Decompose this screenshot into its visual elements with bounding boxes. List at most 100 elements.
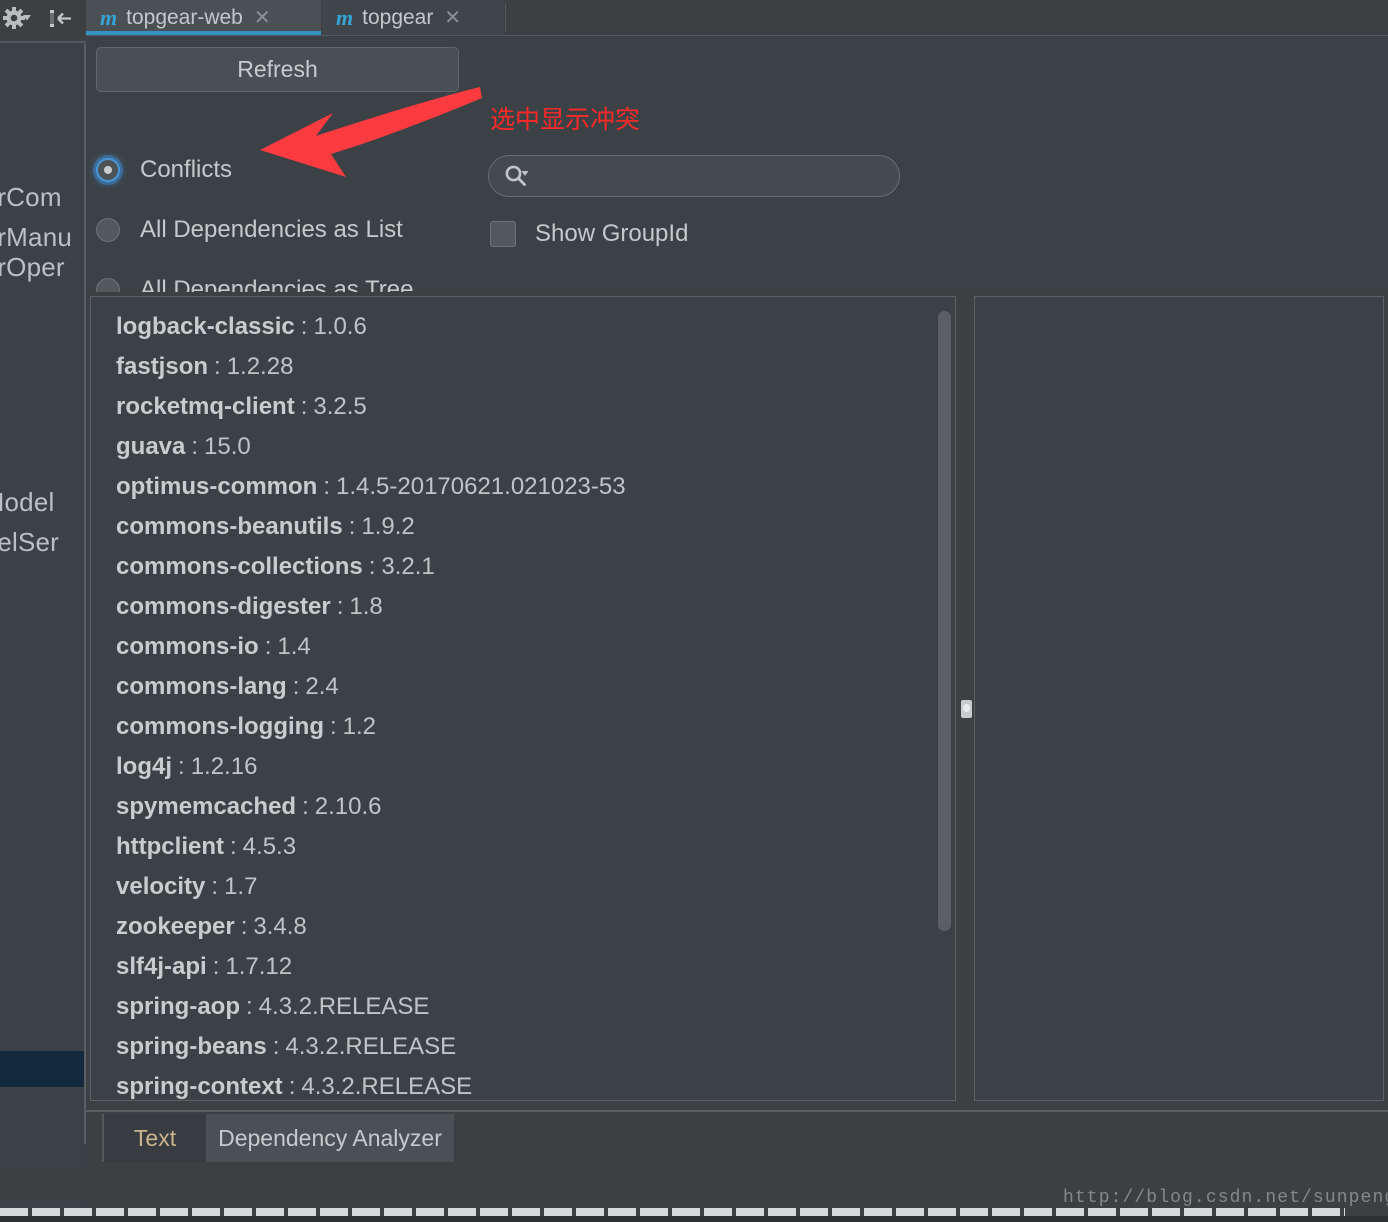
maven-m-icon: m [100,4,118,30]
maven-content-area: logback-classic:1.0.6 fastjson:1.2.28 rock… [86,292,1388,1108]
dependency-artifact-id: velocity [116,873,206,900]
checkbox-box[interactable] [490,221,516,247]
dependency-version: 1.7.12 [225,953,293,980]
dependency-artifact-id: commons-io [116,633,259,660]
tool-window-toolbar [0,0,86,43]
tab-dependency-analyzer[interactable]: Dependency Analyzer [206,1114,454,1162]
tab-text[interactable]: Text [104,1114,206,1162]
dependency-artifact-id: fastjson [116,353,209,380]
radio-label: Conflicts [140,156,233,183]
dependency-separator: : [348,513,356,540]
pane-splitter[interactable] [958,296,974,1101]
dependency-row[interactable]: spring-aop:4.3.2.RELEASE [116,987,927,1027]
dependency-artifact-id: commons-lang [116,673,287,700]
dependency-artifact-id: slf4j-api [116,953,207,980]
radio-label: All Dependencies as List [140,216,403,243]
dependency-artifact-id: log4j [116,753,173,780]
vertical-scrollbar[interactable] [938,311,951,931]
dependency-separator: : [323,473,330,500]
dependency-artifact-id: zookeeper [116,913,235,940]
dependency-version: 1.0.6 [313,313,367,340]
dependency-version: 1.9.2 [361,513,415,540]
dependency-separator: : [368,553,376,580]
maven-options-area: Refresh Conflicts All Dependencies as Li… [86,36,1388,303]
dependency-row[interactable]: logback-classic:1.0.6 [116,307,927,347]
dependency-row[interactable]: spymemcached:2.10.6 [116,787,927,827]
dependency-separator: : [264,633,272,660]
background-code-line: derCom [0,182,62,212]
maven-tab-strip: m topgear-web ✕ m topgear ✕ [86,0,1388,35]
dependency-version: 3.2.1 [381,553,435,580]
dependency-row[interactable]: slf4j-api:1.7.12 [116,947,927,987]
dependency-version: 15.0 [204,433,251,460]
tab-label: topgear-web [126,5,243,29]
dependency-artifact-id: commons-collections [116,553,363,580]
dependency-detail-pane[interactable]: Nothing to show [974,296,1384,1101]
dependency-artifact-id: httpclient [116,833,224,860]
annotation-hint-text: 选中显示冲突 [490,106,641,134]
radio-knob [96,158,120,182]
radio-all-dependencies-as-list[interactable]: All Dependencies as List [96,216,403,244]
tab-topgear[interactable]: m topgear ✕ [322,0,504,35]
dependency-artifact-id: spymemcached [116,793,297,820]
dependency-separator: : [300,393,308,420]
maven-projects-panel: m topgear-web ✕ m topgear ✕ Refresh Conf… [86,0,1388,1222]
dependency-separator: : [336,593,344,620]
dependency-row[interactable]: spring-context:4.3.2.RELEASE [116,1067,927,1100]
dependency-version: 1.4 [277,633,311,660]
dependency-row[interactable]: optimus-common:1.4.5-20170621.021023-53 [116,467,927,507]
background-code-line: derOper [0,252,65,282]
dependency-artifact-id: spring-aop [116,993,240,1020]
collapse-all-button[interactable] [46,4,76,34]
dependency-row[interactable]: commons-collections:3.2.1 [116,547,927,587]
dependency-row[interactable]: log4j:1.2.16 [116,747,927,787]
dependency-version: 4.3.2.RELEASE [301,1073,473,1100]
tab-topgear-web[interactable]: m topgear-web ✕ [86,0,321,35]
dependency-list-pane[interactable]: logback-classic:1.0.6 fastjson:1.2.28 rock… [90,296,956,1101]
dependency-separator: : [272,1033,280,1060]
dependency-row[interactable]: fastjson:1.2.28 [116,347,927,387]
dependency-version: 1.7 [224,873,258,900]
dependency-version: 3.4.8 [253,913,307,940]
gear-icon [3,7,31,29]
dependency-row[interactable]: spring-beans:4.3.2.RELEASE [116,1027,927,1067]
search-input[interactable] [537,164,871,188]
dependency-separator: : [212,953,220,980]
status-bar [0,1216,1388,1222]
dependency-row[interactable]: zookeeper:3.4.8 [116,907,927,947]
dependency-row[interactable]: commons-logging:1.2 [116,707,927,747]
background-code-line: odelSer [0,527,60,557]
show-groupid-label: Show GroupId [535,220,689,247]
radio-conflicts[interactable]: Conflicts [96,156,232,184]
dependency-row[interactable]: commons-lang:2.4 [116,667,927,707]
dependency-row[interactable]: commons-io:1.4 [116,627,927,667]
splitter-handle[interactable] [961,700,972,718]
dependency-separator: : [211,873,219,900]
show-groupid-checkbox-row[interactable]: Show GroupId [490,220,688,248]
dependency-artifact-id: commons-beanutils [116,513,343,540]
close-icon[interactable]: ✕ [254,8,271,28]
dependency-separator: : [300,313,308,340]
dependency-artifact-id: optimus-common [116,473,318,500]
dependency-artifact-id: rocketmq-client [116,393,295,420]
dependency-separator: : [191,433,199,460]
dependency-row[interactable]: rocketmq-client:3.2.5 [116,387,927,427]
dependency-row[interactable]: commons-beanutils:1.9.2 [116,507,927,547]
dependency-row[interactable]: httpclient:4.5.3 [116,827,927,867]
search-field[interactable] [488,155,900,197]
settings-button[interactable] [2,4,32,34]
dependency-version: 4.3.2.RELEASE [258,993,430,1020]
dependency-row[interactable]: commons-digester:1.8 [116,587,927,627]
toolbar-divider [0,41,86,43]
dependency-row[interactable]: guava:15.0 [116,427,927,467]
refresh-button[interactable]: Refresh [96,47,459,92]
dependency-version: 2.4 [305,673,339,700]
dependency-row[interactable]: velocity:1.7 [116,867,927,907]
dependency-artifact-id: commons-digester [116,593,331,620]
dependency-version: 1.2.28 [226,353,294,380]
radio-dot [104,166,112,174]
close-icon[interactable]: ✕ [444,8,461,28]
dependency-artifact-id: commons-logging [116,713,324,740]
dependency-separator: : [246,993,253,1020]
bottom-tab-strip: Text Dependency Analyzer [86,1110,1388,1168]
